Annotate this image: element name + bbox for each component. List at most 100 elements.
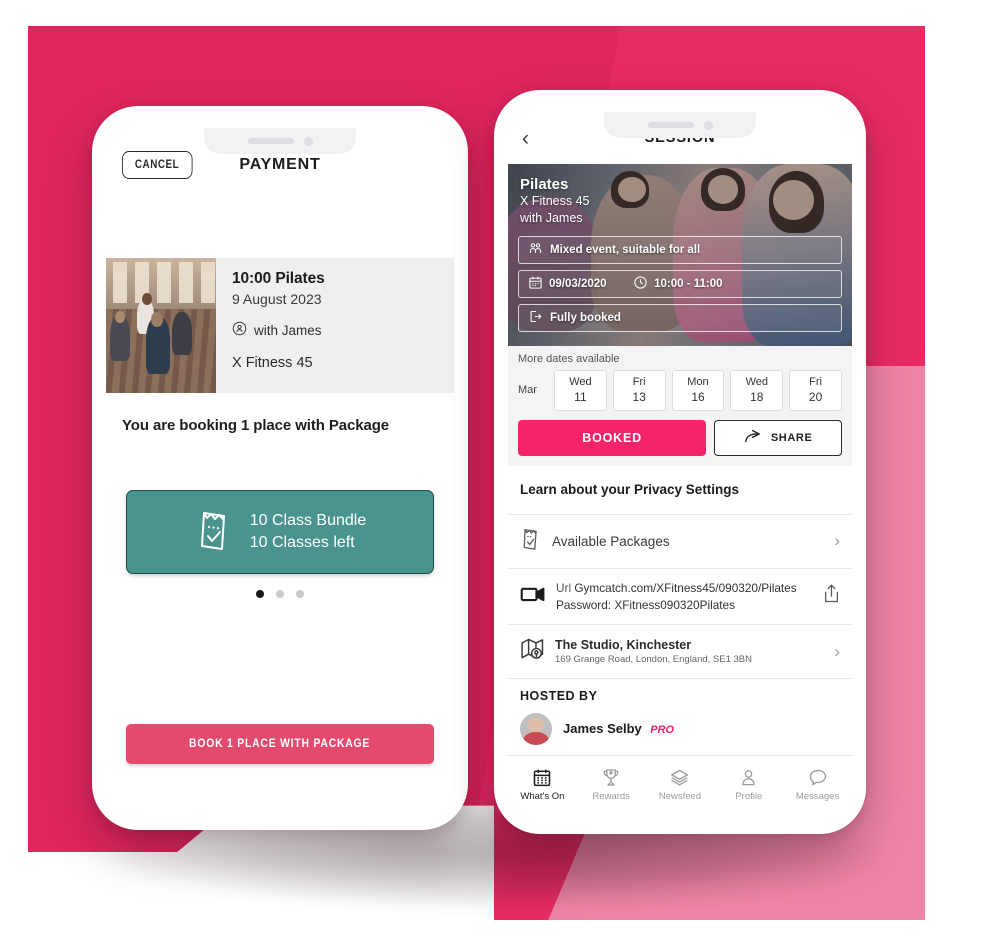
date-option-1-dow: Wed bbox=[569, 376, 592, 388]
date-option-5-day: 20 bbox=[808, 389, 823, 404]
url-value: Gymcatch.com/XFitness45/090320/Pilates bbox=[574, 580, 797, 595]
available-packages-row[interactable]: Available Packages › bbox=[508, 514, 852, 569]
chevron-right-icon: › bbox=[834, 531, 840, 551]
info-box-datetime: 09/03/2020 10:00 - 11:00 bbox=[518, 270, 842, 298]
class-photo bbox=[106, 258, 216, 393]
carousel-dot-1[interactable] bbox=[256, 590, 264, 598]
url-key-label: Url bbox=[556, 580, 572, 595]
phone-left-bezel: CANCEL PAYMENT 10:00 Pilates 9 August 20… bbox=[106, 128, 454, 808]
class-business: X Fitness 45 bbox=[232, 355, 313, 371]
tab-messages[interactable]: Messages bbox=[783, 767, 852, 802]
dates-row: Mar Wed 11 Fri 13 Mon 16 Wed 18 Fri 20 bbox=[518, 370, 842, 411]
video-link-row[interactable]: Url Gymcatch.com/XFitness45/090320/Pilat… bbox=[508, 568, 852, 626]
calendar-icon bbox=[528, 275, 543, 293]
share-button-label: SHARE bbox=[770, 431, 813, 444]
book-place-button[interactable]: BOOK 1 PLACE WITH PACKAGE bbox=[126, 724, 434, 764]
location-name: The Studio, Kinchester bbox=[555, 638, 692, 653]
share-button[interactable]: SHARE bbox=[714, 419, 842, 456]
tab-whats-on[interactable]: What's On bbox=[508, 767, 577, 802]
package-remaining: 10 Classes left bbox=[249, 534, 355, 551]
logout-icon bbox=[528, 309, 543, 327]
location-text: The Studio, Kinchester 169 Grange Road, … bbox=[555, 638, 752, 665]
cancel-button[interactable]: CANCEL bbox=[122, 151, 193, 179]
session-actions: BOOKED SHARE bbox=[508, 410, 852, 466]
info-box-audience-label: Mixed event, suitable for all bbox=[550, 244, 701, 256]
date-option-3[interactable]: Mon 16 bbox=[671, 370, 725, 411]
tab-rewards[interactable]: Rewards bbox=[577, 767, 646, 802]
date-option-1-day: 11 bbox=[574, 389, 587, 404]
tab-newsfeed-label: Newsfeed bbox=[658, 790, 702, 802]
carousel-dot-2[interactable] bbox=[276, 590, 284, 598]
available-packages-label: Available Packages bbox=[552, 533, 670, 549]
phone-left-payment: CANCEL PAYMENT 10:00 Pilates 9 August 20… bbox=[92, 106, 468, 830]
time-segment: 10:00 - 11:00 bbox=[633, 275, 723, 293]
session-time: 10:00 - 11:00 bbox=[654, 278, 723, 290]
privacy-settings-row[interactable]: Learn about your Privacy Settings bbox=[508, 465, 852, 515]
speaker-grille-icon bbox=[247, 138, 294, 144]
screenshot-stage: CANCEL PAYMENT 10:00 Pilates 9 August 20… bbox=[0, 0, 1000, 940]
calendar-icon bbox=[508, 767, 577, 788]
dates-month: Mar bbox=[518, 384, 537, 397]
package-title: 10 Class Bundle bbox=[249, 512, 367, 530]
front-camera-icon bbox=[703, 120, 713, 130]
info-box-audience: Mixed event, suitable for all bbox=[518, 236, 842, 264]
package-card[interactable]: 10 Class Bundle 10 Classes left bbox=[126, 490, 434, 574]
date-option-2-day: 13 bbox=[632, 389, 646, 404]
location-row[interactable]: The Studio, Kinchester 169 Grange Road, … bbox=[508, 625, 852, 680]
person-icon bbox=[714, 767, 783, 788]
video-link-text: Url Gymcatch.com/XFitness45/090320/Pilat… bbox=[556, 580, 797, 614]
availability-label: Fully booked bbox=[550, 312, 621, 324]
carousel-dots[interactable] bbox=[106, 590, 454, 598]
date-segment: 09/03/2020 bbox=[528, 275, 607, 293]
left-screen: CANCEL PAYMENT 10:00 Pilates 9 August 20… bbox=[106, 128, 454, 808]
date-option-2-dow: Fri bbox=[632, 376, 646, 388]
ticket-icon bbox=[520, 526, 542, 557]
book-place-button-label: BOOK 1 PLACE WITH PACKAGE bbox=[189, 738, 371, 750]
session-instructor: with James bbox=[520, 210, 583, 225]
bottom-tabbar: What's On Rewards Newsfeed Profile Messa… bbox=[508, 755, 852, 812]
session-business: X Fitness 45 bbox=[520, 194, 590, 208]
right-screen: ‹ SESSION Pilates X Fitness 45 with Jame… bbox=[508, 112, 852, 812]
tab-whats-on-label: What's On bbox=[520, 790, 565, 802]
carousel-dot-3[interactable] bbox=[296, 590, 304, 598]
tab-profile[interactable]: Profile bbox=[714, 767, 783, 802]
session-name: Pilates bbox=[520, 176, 569, 193]
booking-note: You are booking 1 place with Package bbox=[122, 417, 390, 434]
date-option-4-day: 18 bbox=[750, 389, 764, 404]
map-pin-icon bbox=[520, 636, 545, 667]
chevron-right-icon: › bbox=[834, 641, 840, 661]
phone-notch-left bbox=[204, 128, 356, 154]
date-option-2[interactable]: Fri 13 bbox=[612, 370, 666, 411]
trophy-icon bbox=[577, 767, 646, 788]
date-option-1[interactable]: Wed 11 bbox=[554, 370, 607, 411]
phone-notch-right bbox=[604, 112, 756, 138]
ticket-check-icon bbox=[194, 507, 234, 558]
person-circle-icon bbox=[232, 321, 247, 339]
class-summary-card: 10:00 Pilates 9 August 2023 with James X… bbox=[106, 258, 454, 393]
share-upload-icon[interactable] bbox=[823, 584, 840, 609]
clock-icon bbox=[633, 275, 648, 293]
date-option-5[interactable]: Fri 20 bbox=[789, 370, 842, 411]
booked-button[interactable]: BOOKED bbox=[518, 419, 707, 456]
package-text: 10 Class Bundle 10 Classes left bbox=[250, 510, 367, 553]
hero-info-boxes: Mixed event, suitable for all 09/03/2020… bbox=[518, 236, 842, 338]
avatar bbox=[520, 713, 552, 746]
session-hero-image: Pilates X Fitness 45 with James Mixed ev… bbox=[508, 164, 852, 346]
more-dates-label: More dates available bbox=[518, 353, 620, 365]
phone-right-session: ‹ SESSION Pilates X Fitness 45 with Jame… bbox=[494, 90, 866, 834]
more-dates-block: More dates available Mar Wed 11 Fri 13 M… bbox=[508, 346, 852, 411]
hero-text-block: Pilates X Fitness 45 with James bbox=[520, 176, 589, 227]
date-option-4[interactable]: Wed 18 bbox=[730, 370, 784, 411]
tab-rewards-label: Rewards bbox=[592, 790, 630, 802]
phone-right-bezel: ‹ SESSION Pilates X Fitness 45 with Jame… bbox=[508, 112, 852, 812]
speaker-grille-icon bbox=[647, 122, 694, 128]
class-date: 9 August 2023 bbox=[232, 291, 322, 307]
url-password: Password: XFitness090320Pilates bbox=[556, 597, 736, 612]
date-option-3-dow: Mon bbox=[687, 376, 709, 388]
status-badge: PRO bbox=[650, 724, 675, 737]
tab-messages-label: Messages bbox=[795, 790, 840, 802]
host-row[interactable]: James Selby PRO bbox=[508, 707, 852, 759]
tab-newsfeed[interactable]: Newsfeed bbox=[646, 767, 715, 802]
date-option-3-day: 16 bbox=[691, 389, 705, 404]
session-date: 09/03/2020 bbox=[549, 278, 607, 290]
